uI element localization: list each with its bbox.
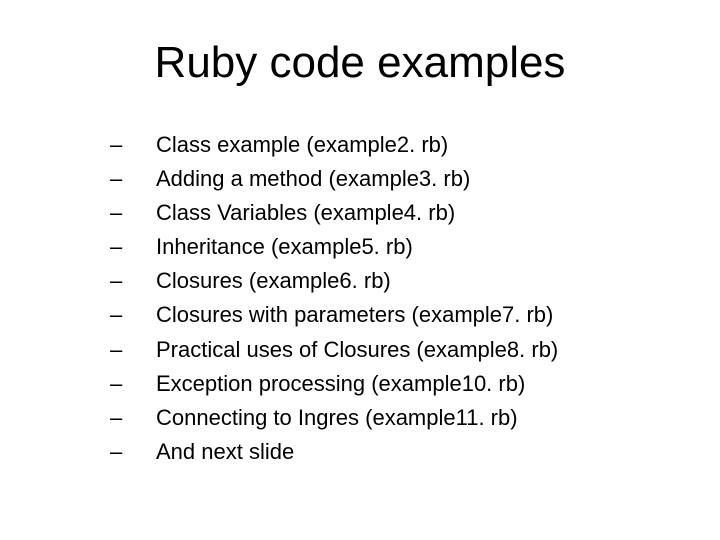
list-item: – Exception processing (example10. rb) — [110, 367, 680, 401]
dash-icon: – — [110, 128, 156, 162]
list-item-label: Closures with parameters (example7. rb) — [156, 298, 680, 332]
bullet-list: – Class example (example2. rb) – Adding … — [110, 128, 680, 469]
dash-icon: – — [110, 230, 156, 264]
list-item-label: Class Variables (example4. rb) — [156, 196, 680, 230]
list-item-label: Adding a method (example3. rb) — [156, 162, 680, 196]
list-item: – Closures with parameters (example7. rb… — [110, 298, 680, 332]
list-item-label: Connecting to Ingres (example11. rb) — [156, 401, 680, 435]
dash-icon: – — [110, 298, 156, 332]
slide-title: Ruby code examples — [40, 38, 680, 88]
slide: Ruby code examples – Class example (exam… — [0, 0, 720, 540]
dash-icon: – — [110, 435, 156, 469]
list-item-label: Closures (example6. rb) — [156, 264, 680, 298]
dash-icon: – — [110, 367, 156, 401]
list-item-label: Practical uses of Closures (example8. rb… — [156, 333, 680, 367]
list-item-label: Exception processing (example10. rb) — [156, 367, 680, 401]
list-item-label: And next slide — [156, 435, 680, 469]
list-item: – Connecting to Ingres (example11. rb) — [110, 401, 680, 435]
list-item-label: Class example (example2. rb) — [156, 128, 680, 162]
dash-icon: – — [110, 162, 156, 196]
dash-icon: – — [110, 401, 156, 435]
dash-icon: – — [110, 264, 156, 298]
list-item: – Class Variables (example4. rb) — [110, 196, 680, 230]
dash-icon: – — [110, 196, 156, 230]
list-item: – Inheritance (example5. rb) — [110, 230, 680, 264]
list-item: – Adding a method (example3. rb) — [110, 162, 680, 196]
list-item: – Class example (example2. rb) — [110, 128, 680, 162]
list-item: – Practical uses of Closures (example8. … — [110, 333, 680, 367]
list-item: – And next slide — [110, 435, 680, 469]
list-item: – Closures (example6. rb) — [110, 264, 680, 298]
list-item-label: Inheritance (example5. rb) — [156, 230, 680, 264]
dash-icon: – — [110, 333, 156, 367]
